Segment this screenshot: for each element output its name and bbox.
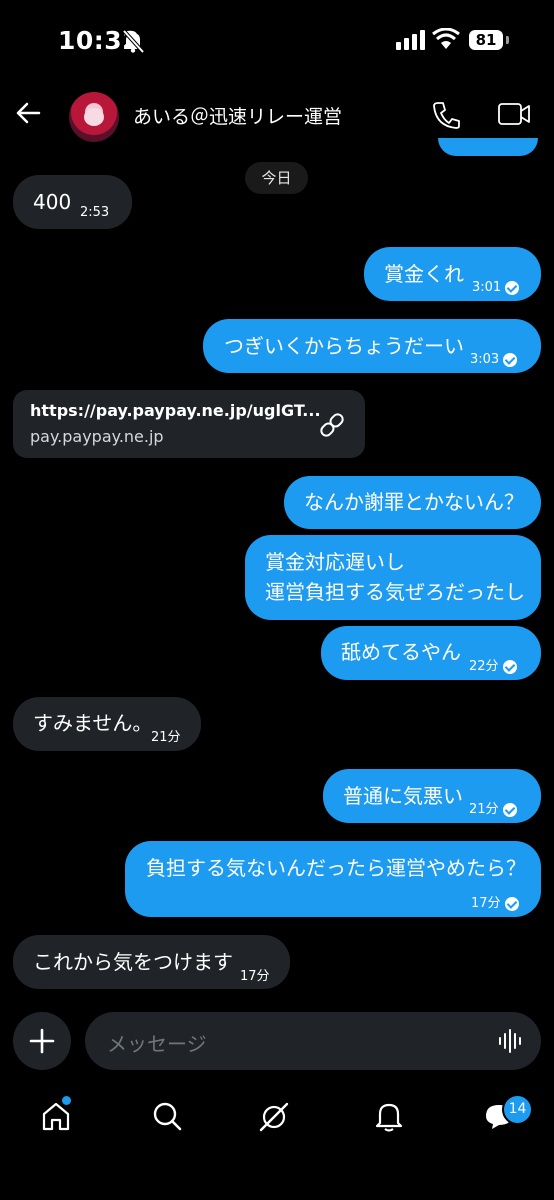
bottom-navigation	[0, 1090, 554, 1200]
message-text: なんか謝罪とかないん？	[304, 490, 524, 514]
voice-waveform-icon[interactable]	[498, 1029, 524, 1053]
message-bubble-outgoing[interactable]: 賞金くれ 3:01	[364, 247, 541, 301]
message-time: 22分	[469, 652, 517, 682]
grok-icon[interactable]	[257, 1100, 291, 1134]
message-time: 17分	[240, 969, 270, 984]
message-text: 400	[33, 190, 72, 214]
previous-message-bubble	[438, 138, 538, 156]
plus-icon	[29, 1028, 55, 1054]
battery-nub	[506, 36, 509, 44]
message-bubble-outgoing[interactable]: なんか謝罪とかないん？	[284, 476, 541, 529]
link-domain: pay.paypay.ne.jp	[30, 427, 164, 446]
wifi-icon	[432, 28, 460, 49]
read-check-icon	[503, 353, 518, 367]
phone-icon[interactable]	[432, 100, 460, 130]
message-bubble-incoming[interactable]: 400 2:53	[13, 175, 132, 229]
add-attachment-button[interactable]	[13, 1012, 71, 1070]
read-check-icon	[502, 803, 517, 817]
contact-avatar[interactable]	[69, 92, 119, 142]
message-bubble-outgoing[interactable]: 負担する気ないんだったら運営やめたら？ 17分	[125, 841, 541, 917]
date-separator: 今日	[245, 162, 308, 194]
link-preview-card[interactable]: https://pay.paypay.ne.jp/uglGT... pay.pa…	[13, 390, 365, 458]
bell-off-icon	[122, 29, 145, 54]
message-text: 舐めてるやん	[341, 640, 461, 664]
messages-unread-badge: 14	[502, 1094, 533, 1125]
battery-indicator: 81	[469, 30, 503, 50]
message-time: 3:03	[470, 345, 518, 375]
back-arrow-icon[interactable]	[14, 99, 42, 127]
message-text: 負担する気ないんだったら運営やめたら？	[146, 856, 526, 880]
link-icon	[320, 413, 344, 437]
message-text-line: 賞金対応遅いし	[265, 550, 405, 574]
message-text: 普通に気悪い	[343, 784, 463, 808]
read-check-icon	[505, 281, 520, 295]
message-text: これから気をつけます	[33, 950, 233, 974]
message-text-line: 運営負担する気ぜろだったし	[265, 580, 525, 604]
message-bubble-incoming[interactable]: すみません。 21分	[13, 697, 201, 751]
link-url: https://pay.paypay.ne.jp/uglGT...	[30, 401, 321, 420]
message-input-placeholder: メッセージ	[107, 1032, 207, 1056]
chat-header: あいる＠迅速リレー運営	[0, 85, 554, 145]
signal-icon	[396, 30, 425, 50]
home-notification-dot	[62, 1096, 71, 1105]
avatar-face	[84, 108, 104, 126]
message-time: 2:53	[80, 205, 110, 220]
search-icon[interactable]	[151, 1100, 183, 1132]
message-text: 賞金くれ	[384, 262, 464, 286]
notifications-icon[interactable]	[373, 1100, 405, 1132]
message-bubble-outgoing[interactable]: 舐めてるやん 22分	[321, 626, 541, 680]
read-check-icon	[504, 897, 519, 911]
video-call-icon[interactable]	[497, 101, 531, 127]
message-input[interactable]: メッセージ	[85, 1012, 541, 1070]
message-text: すみません。	[33, 711, 153, 735]
message-bubble-outgoing[interactable]: つぎいくからちょうだーい 3:03	[203, 319, 541, 373]
message-time: 21分	[151, 730, 181, 745]
message-text: つぎいくからちょうだーい	[224, 334, 464, 358]
message-time: 21分	[469, 795, 517, 825]
message-time: 17分	[471, 889, 519, 919]
contact-name[interactable]: あいる＠迅速リレー運営	[133, 102, 342, 129]
message-bubble-outgoing[interactable]: 普通に気悪い 21分	[323, 769, 541, 823]
message-time: 3:01	[472, 273, 520, 303]
status-bar: 10:32 81	[0, 0, 554, 80]
message-bubble-incoming[interactable]: これから気をつけます 17分	[13, 935, 290, 989]
message-bubble-outgoing[interactable]: 賞金対応遅いし 運営負担する気ぜろだったし	[245, 535, 541, 620]
read-check-icon	[502, 660, 517, 674]
